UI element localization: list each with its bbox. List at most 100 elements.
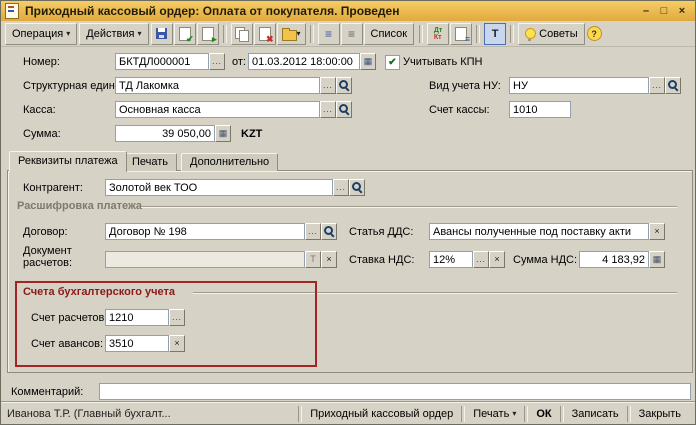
structural-unit-lookup-button[interactable] xyxy=(336,77,352,94)
save-record-button[interactable]: Записать xyxy=(564,408,627,420)
settlement-doc-input[interactable] xyxy=(105,251,305,268)
magnifier-icon xyxy=(339,80,350,91)
breakdown-group-title: Расшифровка платежа xyxy=(17,200,142,212)
delete-mark-button[interactable]: ✖ xyxy=(254,23,276,45)
number-ellipsis-button[interactable]: ... xyxy=(209,53,225,70)
t-icon: Т xyxy=(492,28,499,40)
vat-amount-input[interactable] xyxy=(579,251,649,268)
structural-unit-input[interactable] xyxy=(115,77,320,94)
chevron-down-icon: ▾ xyxy=(512,409,516,418)
cashdesk-lookup-button[interactable] xyxy=(336,101,352,118)
calendar-button[interactable]: ▦ xyxy=(360,53,376,70)
number-label: Номер: xyxy=(23,56,60,68)
tax-accounting-label: Вид учета НУ: xyxy=(429,80,501,92)
tab-additional[interactable]: Дополнительно xyxy=(181,153,278,171)
settlement-account-label: Счет расчетов: xyxy=(31,312,107,324)
toolbar-separator xyxy=(419,25,423,43)
kpn-checkbox[interactable]: ✔ xyxy=(385,55,400,70)
close-button[interactable]: × xyxy=(673,4,691,19)
advance-account-label: Счет авансов: xyxy=(31,338,103,350)
vat-rate-ellipsis-button[interactable]: ... xyxy=(473,251,489,268)
list-button[interactable]: Список xyxy=(364,23,415,45)
arrow-icon: ▸ xyxy=(212,34,217,44)
dtkt-postings-button[interactable]: Дт Кт xyxy=(427,23,449,45)
print-button[interactable]: Печать ▾ xyxy=(465,408,524,420)
counterparty-ellipsis-button[interactable]: ... xyxy=(333,179,349,196)
dds-item-clear-button[interactable]: × xyxy=(649,223,665,240)
tab-print[interactable]: Печать xyxy=(123,153,177,171)
settlement-account-ellipsis-button[interactable]: ... xyxy=(169,309,185,326)
actions-menu-button[interactable]: Действия ▾ xyxy=(79,23,148,45)
dds-item-label: Статья ДДС: xyxy=(349,226,413,238)
advance-account-input[interactable] xyxy=(105,335,169,352)
amount-input[interactable] xyxy=(115,125,215,142)
amount-calculator-button[interactable]: ▦ xyxy=(215,125,231,142)
contract-input[interactable] xyxy=(105,223,305,240)
tax-accounting-input[interactable] xyxy=(509,77,649,94)
maximize-button[interactable]: □ xyxy=(655,4,673,19)
counterparty-input[interactable] xyxy=(105,179,333,196)
post-check-icon: ✔ xyxy=(186,34,194,44)
settlement-doc-label: Документ расчетов: xyxy=(23,245,103,269)
document-window: Приходный кассовый ордер: Оплата от поку… xyxy=(0,0,696,425)
chevron-down-icon: ▾ xyxy=(66,29,70,38)
vat-rate-clear-button[interactable]: × xyxy=(489,251,505,268)
help-button[interactable]: ? xyxy=(587,26,602,41)
contract-ellipsis-button[interactable]: ... xyxy=(305,223,321,240)
register-report-button[interactable]: ≡ xyxy=(450,23,472,45)
window-title: Приходный кассовый ордер: Оплата от поку… xyxy=(25,4,637,18)
magnifier-icon xyxy=(324,226,335,237)
print-label: Печать xyxy=(473,408,509,420)
currency-label: KZT xyxy=(241,128,262,140)
settlement-doc-clear-button[interactable]: × xyxy=(321,251,337,268)
operation-menu-button[interactable]: Операция ▾ xyxy=(5,23,77,45)
status-bar: Иванова Т.Р. (Главный бухгалт... Приходн… xyxy=(1,402,695,424)
contract-lookup-button[interactable] xyxy=(321,223,337,240)
tab-payment-details[interactable]: Реквизиты платежа xyxy=(9,151,127,172)
tax-accounting-ellipsis-button[interactable]: ... xyxy=(649,77,665,94)
vat-rate-input[interactable] xyxy=(429,251,473,268)
copy-button[interactable] xyxy=(231,23,253,45)
counterparty-lookup-button[interactable] xyxy=(349,179,365,196)
title-bar: Приходный кассовый ордер: Оплата от поку… xyxy=(1,1,695,21)
cashdesk-input[interactable] xyxy=(115,101,320,118)
post-and-close-button[interactable]: ▸ xyxy=(197,23,219,45)
template-toggle-button[interactable]: Т xyxy=(484,23,506,45)
ok-button[interactable]: ОК xyxy=(528,408,559,420)
open-journal-button[interactable]: ▾ xyxy=(277,23,306,45)
lightbulb-icon xyxy=(525,28,536,39)
date-label: от: xyxy=(232,56,246,68)
close-form-button[interactable]: Закрыть xyxy=(631,408,689,420)
kpn-label: Учитывать КПН xyxy=(403,56,483,68)
toolbar: Операция ▾ Действия ▾ ✔ ▸ ✖ ▾ ≡ ≡ Список… xyxy=(1,21,695,47)
toolbar-separator xyxy=(476,25,480,43)
tax-accounting-lookup-button[interactable] xyxy=(665,77,681,94)
comment-input[interactable] xyxy=(99,383,691,400)
actions-label: Действия xyxy=(86,28,134,40)
structure-view-button[interactable]: ≡ xyxy=(341,23,363,45)
settlement-doc-type-button[interactable]: Т xyxy=(305,251,321,268)
number-input[interactable] xyxy=(115,53,209,70)
post-document-button[interactable]: ✔ xyxy=(174,23,196,45)
cash-account-input[interactable] xyxy=(509,101,571,118)
save-button[interactable] xyxy=(151,23,173,45)
structure-icon: ≡ xyxy=(348,28,355,40)
doc-type-button[interactable]: Приходный кассовый ордер xyxy=(302,408,461,420)
settlement-account-input[interactable] xyxy=(105,309,169,326)
delete-cross-icon: ✖ xyxy=(266,34,274,44)
toolbar-separator xyxy=(223,25,227,43)
date-input[interactable] xyxy=(248,53,360,70)
advance-account-clear-button[interactable]: × xyxy=(169,335,185,352)
toolbar-separator xyxy=(310,25,314,43)
tips-button[interactable]: Советы xyxy=(518,23,584,45)
cashdesk-ellipsis-button[interactable]: ... xyxy=(320,101,336,118)
vat-amount-calculator-button[interactable]: ▦ xyxy=(649,251,665,268)
dds-item-input[interactable] xyxy=(429,223,649,240)
minimize-button[interactable]: – xyxy=(637,4,655,19)
comment-label: Комментарий: xyxy=(11,386,83,398)
cashdesk-label: Касса: xyxy=(23,104,56,116)
chevron-down-icon: ▾ xyxy=(138,29,142,38)
magnifier-icon xyxy=(339,104,350,115)
structural-unit-ellipsis-button[interactable]: ... xyxy=(320,77,336,94)
list-view-button[interactable]: ≡ xyxy=(318,23,340,45)
